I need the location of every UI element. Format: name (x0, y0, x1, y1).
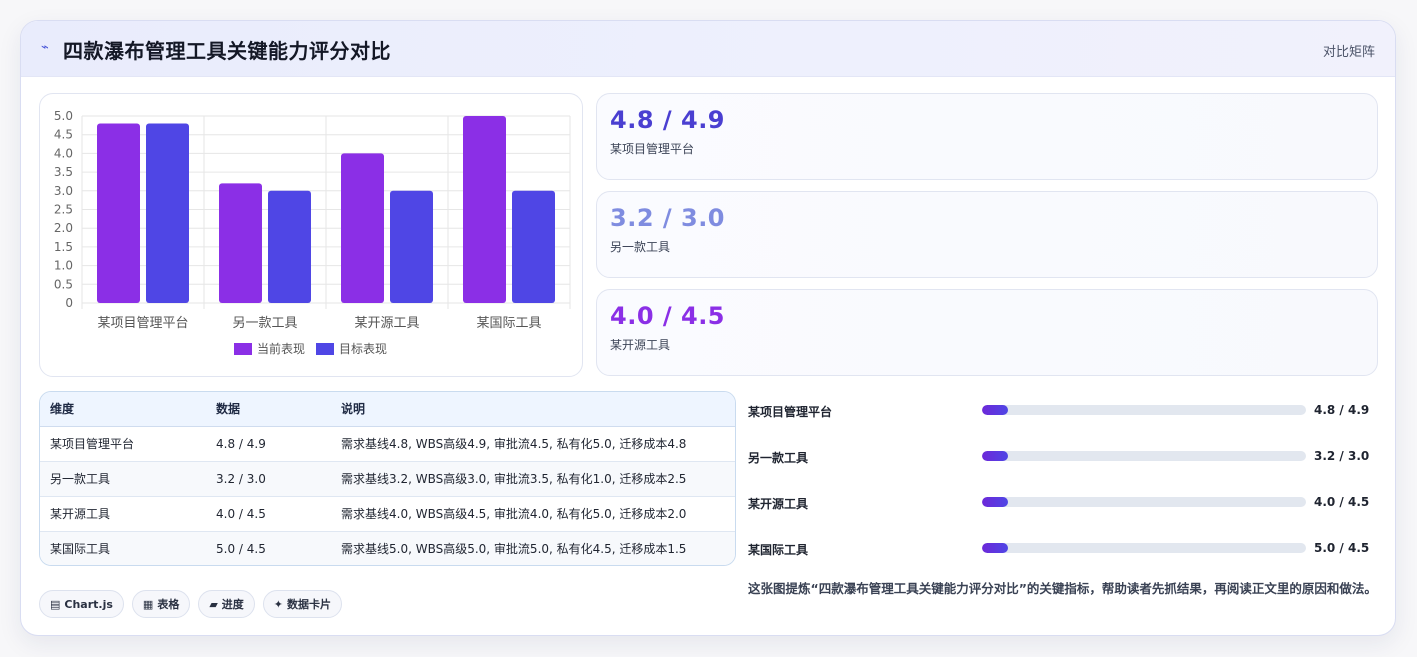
progress-list: 某项目管理平台 4.8 / 4.9 另一款工具 3.2 / 3.0 某开源工具 … (748, 401, 1378, 585)
y-tick-label: 0 (65, 296, 73, 310)
progress-label: 某国际工具 (748, 543, 809, 557)
y-tick-label: 1.5 (54, 240, 73, 254)
sparkle-icon: ✦ (273, 597, 284, 611)
view-label[interactable]: 对比矩阵 (1323, 41, 1375, 60)
data-table: 维度 数据 说明 某项目管理平台 4.8 / 4.9 需求基线4.8, WBS高… (40, 392, 735, 565)
bar (390, 190, 433, 303)
bar (146, 123, 189, 303)
table-cell: 需求基线3.2, WBS高级3.0, 审批流3.5, 私有化1.0, 迁移成本2… (331, 461, 735, 497)
progress-track (982, 405, 1306, 415)
table-cell: 某项目管理平台 (40, 426, 206, 462)
progress-track (982, 543, 1306, 553)
table-cell: 某开源工具 (40, 496, 206, 532)
table-cell: 另一款工具 (40, 461, 206, 497)
comparison-card: ⌁ 四款瀑布管理工具关键能力评分对比 对比矩阵 5.0 4.5 4.0 3.5 3.0 2… (20, 20, 1396, 636)
progress-fill (982, 451, 1008, 461)
bar (268, 190, 311, 303)
kpi-card: 3.2 / 3.0 另一款工具 (596, 191, 1378, 278)
progress-track (982, 451, 1306, 461)
x-tick-label: 某国际工具 (476, 316, 541, 331)
trend-icon: ⌁ (41, 40, 49, 55)
tag-list: ▤ Chart.js ▦ 表格 ▰ 进度 ✦ 数据卡片 (39, 590, 343, 618)
progress-label: 另一款工具 (748, 451, 809, 465)
bar (512, 190, 555, 303)
bar (97, 123, 140, 303)
y-tick-label: 4.5 (54, 128, 73, 142)
progress-row: 另一款工具 3.2 / 3.0 (748, 447, 1378, 493)
x-tick-label: 某开源工具 (354, 316, 419, 331)
tag-label: 数据卡片 (287, 598, 332, 611)
y-tick-label: 3.5 (54, 165, 73, 179)
progress-icon: ▰ (209, 597, 218, 611)
bar-chart-panel: 5.0 4.5 4.0 3.5 3.0 2.5 2.0 1.5 1.0 0.5 0 某项目管理平台 另一… (39, 93, 583, 377)
column-header: 说明 (331, 392, 735, 427)
tag-chartjs[interactable]: ▤ Chart.js (39, 590, 124, 618)
progress-fill (982, 405, 1008, 415)
bar (463, 116, 506, 303)
tag-data-card[interactable]: ✦ 数据卡片 (262, 590, 343, 618)
progress-track (982, 497, 1306, 507)
progress-value: 4.0 / 4.5 (1314, 495, 1370, 509)
kpi-label: 某开源工具 (610, 338, 671, 352)
kpi-label: 某项目管理平台 (610, 142, 695, 156)
legend-label: 目标表现 (339, 342, 387, 356)
page-title: 四款瀑布管理工具关键能力评分对比 (63, 39, 391, 63)
tag-label: 进度 (221, 598, 244, 611)
tag-label: 表格 (157, 598, 180, 611)
y-tick-label: 3.0 (54, 184, 73, 198)
table-row: 某国际工具 5.0 / 4.5 需求基线5.0, WBS高级5.0, 审批流5.… (40, 531, 735, 565)
table-cell: 4.8 / 4.9 (206, 426, 331, 462)
tag-table[interactable]: ▦ 表格 (131, 590, 191, 618)
data-table-panel: 维度 数据 说明 某项目管理平台 4.8 / 4.9 需求基线4.8, WBS高… (39, 391, 736, 566)
y-tick-label: 4.0 (54, 146, 73, 160)
table-row: 某开源工具 4.0 / 4.5 需求基线4.0, WBS高级4.5, 审批流4.… (40, 496, 735, 532)
kpi-value: 3.2 / 3.0 (610, 204, 726, 232)
table-row: 另一款工具 3.2 / 3.0 需求基线3.2, WBS高级3.0, 审批流3.… (40, 461, 735, 497)
chart-icon: ▤ (50, 597, 61, 611)
progress-label: 某项目管理平台 (748, 405, 833, 419)
progress-value: 5.0 / 4.5 (1314, 541, 1370, 555)
y-tick-label: 0.5 (54, 277, 73, 291)
legend-label: 当前表现 (257, 341, 305, 356)
x-tick-label: 另一款工具 (232, 316, 297, 331)
table-cell: 3.2 / 3.0 (206, 461, 331, 497)
kpi-card: 4.8 / 4.9 某项目管理平台 (596, 93, 1378, 180)
tag-progress[interactable]: ▰ 进度 (198, 590, 255, 618)
kpi-value: 4.0 / 4.5 (610, 302, 726, 330)
legend-swatch (316, 343, 334, 355)
table-cell: 需求基线4.8, WBS高级4.9, 审批流4.5, 私有化5.0, 迁移成本4… (331, 426, 735, 462)
card-header: ⌁ 四款瀑布管理工具关键能力评分对比 对比矩阵 (21, 21, 1395, 77)
progress-fill (982, 497, 1008, 507)
table-icon: ▦ (142, 597, 154, 611)
progress-value: 4.8 / 4.9 (1314, 403, 1370, 417)
y-tick-label: 1.0 (54, 259, 73, 273)
y-tick-label: 5.0 (54, 109, 73, 123)
table-cell: 某国际工具 (40, 531, 206, 565)
table-cell: 需求基线4.0, WBS高级4.5, 审批流4.0, 私有化5.0, 迁移成本2… (331, 496, 735, 532)
progress-row: 某项目管理平台 4.8 / 4.9 (748, 401, 1378, 447)
progress-fill (982, 543, 1008, 553)
progress-label: 某开源工具 (748, 497, 809, 511)
column-header: 数据 (206, 392, 331, 427)
bar (341, 153, 384, 303)
bar (219, 183, 262, 303)
table-header-row: 维度 数据 说明 (40, 392, 735, 427)
legend-swatch (234, 343, 252, 355)
table-row: 某项目管理平台 4.8 / 4.9 需求基线4.8, WBS高级4.9, 审批流… (40, 426, 735, 462)
progress-row: 某开源工具 4.0 / 4.5 (748, 493, 1378, 539)
table-cell: 需求基线5.0, WBS高级5.0, 审批流5.0, 私有化4.5, 迁移成本1… (331, 531, 735, 565)
table-cell: 4.0 / 4.5 (206, 496, 331, 532)
kpi-value: 4.8 / 4.9 (610, 106, 726, 134)
x-tick-label: 某项目管理平台 (97, 316, 188, 331)
bar-chart: 5.0 4.5 4.0 3.5 3.0 2.5 2.0 1.5 1.0 0.5 0 某项目管理平台 另一… (54, 109, 571, 356)
progress-value: 3.2 / 3.0 (1314, 449, 1370, 463)
kpi-label: 另一款工具 (610, 240, 671, 254)
summary-note: 这张图提炼“四款瀑布管理工具关键能力评分对比”的关键指标，帮助读者先抓结果，再阅… (748, 581, 1377, 596)
y-tick-label: 2.0 (54, 221, 73, 235)
tag-label: Chart.js (64, 597, 113, 611)
column-header: 维度 (40, 392, 206, 427)
y-tick-label: 2.5 (54, 203, 73, 217)
table-cell: 5.0 / 4.5 (206, 531, 331, 565)
kpi-card: 4.0 / 4.5 某开源工具 (596, 289, 1378, 376)
